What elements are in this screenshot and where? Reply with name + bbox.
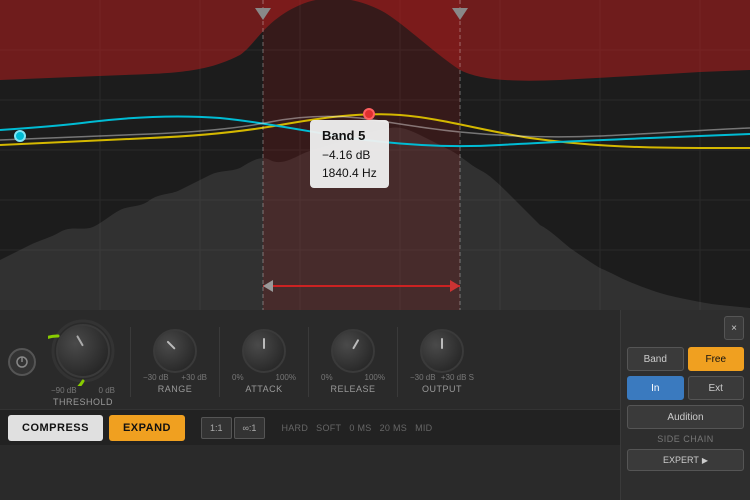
bottom-bar: COMPRESS EXPAND 1:1 ∞:1 HARD SOFT 0 ms 2… (0, 409, 620, 445)
band-handle-cyan[interactable] (14, 130, 26, 142)
side-chain-label: SIDE CHAIN (627, 434, 744, 444)
mid-label: MID (415, 423, 432, 433)
free-button[interactable]: Free (688, 347, 745, 371)
knobs-row: −90 dB 0 dB THRESHOLD −30 dB +30 dB (0, 310, 620, 409)
ms-label: 0 ms (349, 423, 371, 433)
ratio-1-1-button[interactable]: 1:1 (201, 417, 232, 439)
range-min: −30 dB (143, 373, 169, 382)
threshold-min: −90 dB (51, 386, 77, 395)
output-label: OUTPUT (422, 384, 462, 394)
eq-display: Band 5 −4.16 dB 1840.4 Hz (0, 0, 750, 310)
threshold-label: THRESHOLD (53, 397, 113, 407)
power-button[interactable] (8, 348, 36, 376)
attack-knob[interactable] (242, 329, 286, 373)
power-icon (15, 355, 29, 369)
attack-min: 0% (232, 373, 244, 382)
release-min: 0% (321, 373, 333, 382)
threshold-range-labels: −90 dB 0 dB (51, 386, 115, 395)
release-soft-label: SOFT (316, 423, 341, 433)
in-ext-row: In Ext (627, 376, 744, 400)
band-button[interactable]: Band (627, 347, 684, 371)
v-divider-2 (219, 327, 220, 397)
expert-label: EXPERT (663, 455, 699, 465)
attack-group: 0% 100% ATTACK (232, 329, 296, 394)
close-button[interactable]: × (724, 316, 744, 340)
ratio-inf-1-button[interactable]: ∞:1 (234, 417, 266, 439)
range-max: +30 dB (181, 373, 207, 382)
controls-left: −90 dB 0 dB THRESHOLD −30 dB +30 dB (0, 310, 620, 500)
output-min: −30 dB (410, 373, 436, 382)
v-divider-1 (130, 327, 131, 397)
output-max: +30 dB S (441, 373, 474, 382)
range-label: RANGE (158, 384, 193, 394)
attack-max: 100% (276, 373, 296, 382)
expert-button[interactable]: EXPERT ▶ (627, 449, 744, 471)
threshold-max: 0 dB (99, 386, 115, 395)
expand-button[interactable]: EXPAND (109, 415, 185, 441)
v-divider-4 (397, 327, 398, 397)
attack-range-labels: 0% 100% (232, 373, 296, 382)
controls-main: −90 dB 0 dB THRESHOLD −30 dB +30 dB (0, 310, 750, 500)
range-knob[interactable] (153, 329, 197, 373)
v-divider-3 (308, 327, 309, 397)
compress-button[interactable]: COMPRESS (8, 415, 103, 441)
attack-hard-label: HARD (281, 423, 308, 433)
ratio-buttons: 1:1 ∞:1 (201, 417, 265, 439)
ext-button[interactable]: Ext (688, 376, 745, 400)
output-range-labels: −30 dB +30 dB S (410, 373, 474, 382)
release-group: 0% 100% RELEASE (321, 329, 385, 394)
bottom-labels: HARD SOFT 0 ms 20 ms MID (281, 423, 432, 433)
range-group: −30 dB +30 dB RANGE (143, 329, 207, 394)
audition-button[interactable]: Audition (627, 405, 744, 429)
output-knob[interactable] (420, 329, 464, 373)
controls-area: −90 dB 0 dB THRESHOLD −30 dB +30 dB (0, 310, 750, 500)
plugin-container: Band 5 −4.16 dB 1840.4 Hz (0, 0, 750, 500)
eq-canvas (0, 0, 750, 310)
release-max: 100% (365, 373, 385, 382)
band-free-row: Band Free (627, 347, 744, 371)
right-panel: × Band Free In Ext Audition SIDE CHAIN (620, 310, 750, 500)
in-button[interactable]: In (627, 376, 684, 400)
threshold-group: −90 dB 0 dB THRESHOLD (48, 316, 118, 407)
ms2-label: 20 ms (380, 423, 408, 433)
range-range-labels: −30 dB +30 dB (143, 373, 207, 382)
band-handle-active[interactable] (363, 108, 375, 120)
release-knob[interactable] (331, 329, 375, 373)
expert-arrow-icon: ▶ (702, 456, 708, 465)
threshold-knob[interactable] (56, 324, 110, 378)
output-group: −30 dB +30 dB S OUTPUT (410, 329, 474, 394)
attack-label: ATTACK (245, 384, 282, 394)
release-range-labels: 0% 100% (321, 373, 385, 382)
release-label: RELEASE (330, 384, 375, 394)
